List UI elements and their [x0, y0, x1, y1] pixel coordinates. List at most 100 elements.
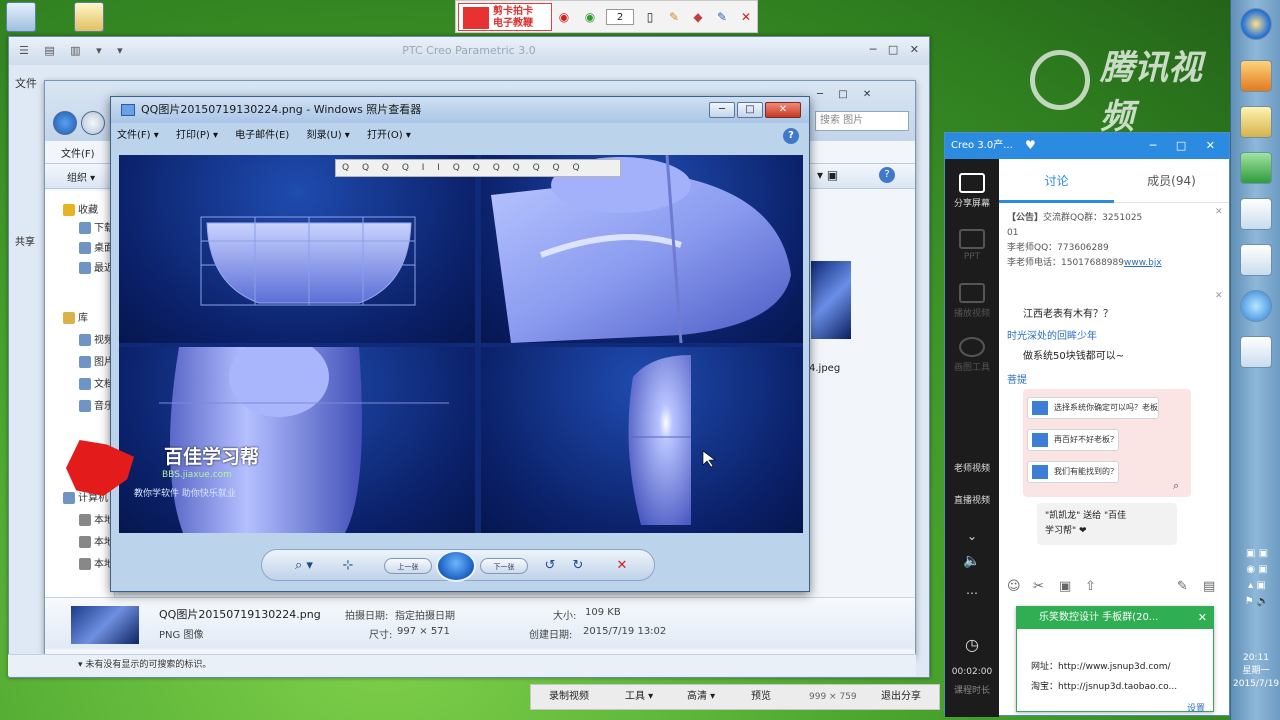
tab-discussion[interactable]: 讨论 — [999, 159, 1114, 203]
library-icon — [63, 312, 75, 324]
quick-reply[interactable]: 我们有能找到的？ — [1027, 461, 1119, 483]
quick-replies: 选择系统你确定可以吗？老板 再百好不好老板？ 我们有能找到的？ ⌕ — [1023, 389, 1191, 497]
preview-button[interactable]: 预览 — [751, 685, 771, 709]
emoji-icon[interactable]: ☺ — [1007, 579, 1021, 594]
clock[interactable]: 20:11 星期一 2015/7/19 — [1233, 652, 1279, 691]
minimize-button[interactable]: ─ — [709, 102, 735, 118]
help-icon[interactable]: ? — [879, 167, 895, 183]
logo-url: BBS.jiaxue.com — [162, 470, 232, 480]
quick-access-toolbar[interactable]: ☰ ▤ ▥ ▾ ▾ — [19, 44, 129, 57]
play-video-button[interactable]: 播放视频 — [945, 283, 999, 319]
chat-sender[interactable]: 时光深处的回眸少年 — [1007, 327, 1097, 342]
close-button[interactable]: ✕ — [765, 102, 801, 118]
heart-icon[interactable]: ♥ — [1025, 138, 1036, 152]
menu-file[interactable]: 文件(F) ▾ — [117, 125, 159, 147]
menu-open[interactable]: 打开(O) ▾ — [367, 125, 411, 147]
volume-icon[interactable]: 🔈 — [945, 553, 999, 569]
tab-members[interactable]: 成员(94) — [1114, 159, 1229, 203]
explorer-menu-file[interactable]: 文件(F) — [61, 145, 95, 160]
file-thumbnail[interactable] — [811, 261, 851, 339]
taskbar-app-recorder[interactable] — [1240, 60, 1272, 92]
search-icon[interactable]: ⌕ — [1173, 479, 1179, 493]
scissors-icon[interactable]: ✂ — [1033, 579, 1044, 594]
nav-item[interactable]: 库 — [63, 311, 113, 327]
taskbar-app-excel[interactable] — [1240, 152, 1272, 184]
forward-button[interactable] — [81, 111, 105, 135]
reply-icon — [1032, 433, 1048, 447]
start-button[interactable] — [1240, 8, 1272, 40]
panel-window-controls[interactable]: ─ □ ✕ — [1150, 139, 1223, 152]
quality-menu[interactable]: 高清 ▾ — [687, 685, 715, 709]
creo-menu-file[interactable]: 文件 — [9, 75, 49, 91]
close-message-icon[interactable]: ✕ — [1215, 291, 1223, 301]
rotate-right-button[interactable]: ↻ — [568, 558, 588, 574]
photo-viewer-menu: 文件(F) ▾ 打印(P) ▾ 电子邮件(E) 刻录(U) ▾ 打开(O) ▾ — [117, 125, 801, 147]
previous-button[interactable]: 上一张 — [384, 558, 432, 574]
teacher-video-button[interactable]: 老师视频 — [945, 461, 999, 474]
explorer-window-controls[interactable]: ─ □ ✕ — [817, 89, 877, 100]
clear-icon[interactable]: ▯ — [642, 9, 658, 25]
next-button[interactable]: 下一张 — [480, 558, 528, 574]
taskbar-app-viewer[interactable] — [1240, 336, 1272, 368]
close-announcement-icon[interactable]: ✕ — [1215, 207, 1223, 217]
rotate-left-button[interactable]: ↺ — [540, 558, 560, 574]
organize-button[interactable]: 组织 ▾ — [67, 169, 95, 184]
menu-email[interactable]: 电子邮件(E) — [235, 125, 289, 147]
eraser-icon[interactable]: ◆ — [690, 9, 706, 25]
zoom-button[interactable]: ⌕ ▾ — [284, 558, 324, 574]
taskbar-app-window[interactable] — [1240, 244, 1272, 276]
details-shot-value[interactable]: 指定拍摄日期 — [395, 607, 455, 622]
slideshow-button[interactable] — [436, 550, 476, 582]
back-button[interactable] — [53, 111, 77, 135]
history-icon[interactable]: ▤ — [1203, 579, 1215, 594]
taskbar-app-explorer[interactable] — [1240, 198, 1272, 230]
view-options-icon[interactable]: ▾ ▣ — [817, 168, 838, 182]
exit-share-button[interactable]: 退出分享 — [881, 685, 921, 709]
line-width-stepper[interactable]: 2 — [606, 9, 634, 25]
pen-color-icon[interactable]: ◉ — [582, 9, 598, 25]
group-notification-popup[interactable]: 乐笑数控设计 手板群(20... ✕ 网址：http://www.jsnup3d… — [1016, 606, 1214, 714]
class-timer-label: 课程时长 — [953, 686, 990, 696]
notice-link[interactable]: www.bjx — [1124, 258, 1162, 268]
share-screen-button[interactable]: 分享屏幕 — [945, 173, 999, 209]
tools-menu[interactable]: 工具 ▾ — [625, 685, 653, 709]
delete-button[interactable]: ✕ — [612, 558, 632, 574]
desktop-icon-computer[interactable] — [6, 2, 36, 32]
maximize-button[interactable]: □ — [737, 102, 763, 118]
live-video-button[interactable]: 直播视频 — [945, 493, 999, 506]
upload-icon[interactable]: ⇧ — [1085, 579, 1096, 594]
drive-icon — [79, 514, 91, 526]
popup-settings-link[interactable]: 设置 — [1187, 701, 1205, 714]
chevron-down-icon[interactable]: ⌄ — [945, 529, 999, 543]
tray-icons[interactable]: ▣ ▣ ◉ ▣ ▴ ▣ ⚑ 🔈 — [1239, 546, 1275, 646]
photo-viewer-window[interactable]: QQ图片20150719130224.png - Windows 照片查看器 ─… — [110, 96, 810, 592]
marker-icon[interactable]: ✎ — [714, 9, 730, 25]
search-input[interactable]: 搜索 图片 — [815, 111, 909, 131]
image-icon[interactable]: ▣ — [1059, 579, 1071, 594]
pen-icon[interactable]: ✎ — [666, 9, 682, 25]
chat-sender[interactable]: 菩提 — [1007, 371, 1027, 386]
popup-close-icon[interactable]: ✕ — [1198, 611, 1207, 624]
edit-icon[interactable]: ✎ — [1177, 579, 1188, 594]
taskbar-app-folder[interactable] — [1240, 106, 1272, 138]
draw-tool-button[interactable]: 画图工具 — [945, 337, 999, 373]
actual-size-button[interactable]: ⊹ — [336, 558, 360, 574]
desktop-icon-folder[interactable] — [74, 2, 104, 32]
creo-window-controls[interactable]: ─ □ ✕ — [843, 43, 923, 59]
record-icon[interactable]: ◉ — [556, 9, 572, 25]
reply-icon — [1032, 401, 1048, 415]
quick-reply[interactable]: 选择系统你确定可以吗？老板 — [1027, 397, 1159, 419]
popup-site-link[interactable]: http://www.jsnup3d.com/ — [1058, 662, 1171, 672]
popup-shop-link[interactable]: http://jsnup3d.taobao.co... — [1058, 682, 1177, 692]
taskbar-app-browser[interactable] — [1240, 290, 1272, 322]
record-video-button[interactable]: 录制视频 — [549, 685, 589, 709]
more-icon[interactable]: … — [945, 583, 999, 597]
ppt-button[interactable]: PPT — [945, 229, 999, 262]
drive-icon — [79, 558, 91, 570]
help-icon[interactable]: ? — [783, 128, 799, 144]
quick-reply[interactable]: 再百好不好老板？ — [1027, 429, 1119, 451]
menu-print[interactable]: 打印(P) ▾ — [176, 125, 218, 147]
close-icon[interactable]: ✕ — [738, 9, 754, 25]
nav-item[interactable]: 收藏 — [63, 203, 113, 219]
menu-burn[interactable]: 刻录(U) ▾ — [306, 125, 349, 147]
